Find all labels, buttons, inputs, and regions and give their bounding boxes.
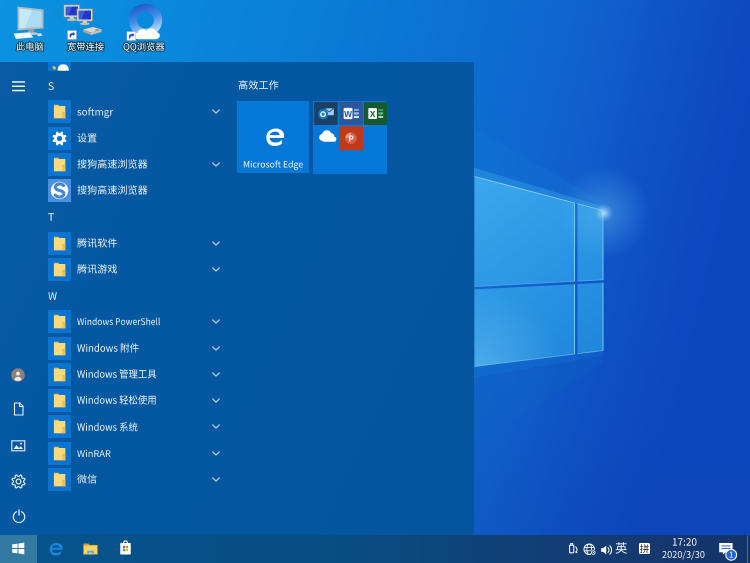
svg-text:P: P xyxy=(348,134,354,143)
svg-text:W: W xyxy=(344,108,352,118)
svg-text:1: 1 xyxy=(729,550,733,559)
svg-text:X: X xyxy=(369,109,375,118)
